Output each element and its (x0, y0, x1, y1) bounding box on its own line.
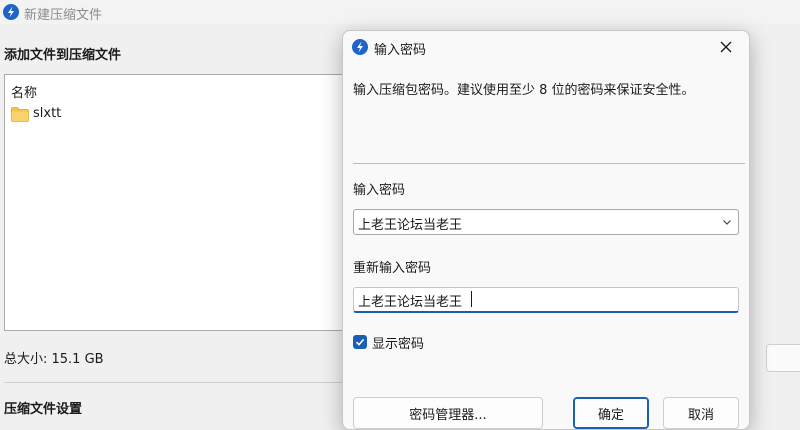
password-combobox[interactable]: 上老王论坛当老王 (353, 209, 739, 235)
add-files-heading: 添加文件到压缩文件 (4, 48, 122, 63)
file-list[interactable]: 名称 slxtt (4, 74, 349, 331)
close-icon (720, 41, 732, 53)
password-dialog: 输入密码 输入压缩包密码。建议使用至少 8 位的密码来保证安全性。 输入密码 上… (342, 30, 750, 430)
main-window-title: 新建压缩文件 (24, 8, 103, 23)
password-label: 输入密码 (353, 183, 406, 198)
total-size-label: 总大小: 15.1 GB (4, 352, 104, 367)
archive-settings-heading: 压缩文件设置 (4, 402, 83, 417)
dialog-divider (353, 163, 745, 164)
cancel-button[interactable]: 取消 (663, 397, 739, 429)
dialog-title: 输入密码 (374, 43, 427, 58)
chevron-down-icon[interactable] (722, 217, 732, 227)
dialog-logo-icon (352, 39, 368, 55)
list-item[interactable]: slxtt (9, 105, 209, 125)
ok-button[interactable]: 确定 (573, 397, 649, 429)
show-password-checkbox[interactable] (353, 335, 367, 349)
section-divider (4, 382, 344, 383)
checkmark-icon (355, 338, 365, 346)
close-button[interactable] (709, 33, 743, 61)
dialog-description: 输入压缩包密码。建议使用至少 8 位的密码来保证安全性。 (353, 83, 695, 98)
show-password-label[interactable]: 显示密码 (372, 333, 424, 352)
app-logo-icon (3, 4, 19, 20)
file-name: slxtt (33, 106, 62, 121)
folder-icon (11, 107, 29, 122)
confirm-password-input[interactable]: 上老王论坛当老王 (353, 287, 739, 313)
confirm-password-value: 上老王论坛当老王 (358, 295, 463, 310)
password-value: 上老王论坛当老王 (358, 218, 463, 233)
main-window-titlebar: 新建压缩文件 (0, 0, 800, 24)
password-manager-button[interactable]: 密码管理器... (353, 397, 543, 429)
text-caret (471, 291, 472, 307)
column-header-name[interactable]: 名称 (11, 82, 37, 101)
browse-button[interactable] (766, 344, 800, 372)
confirm-password-label: 重新输入密码 (353, 261, 432, 276)
